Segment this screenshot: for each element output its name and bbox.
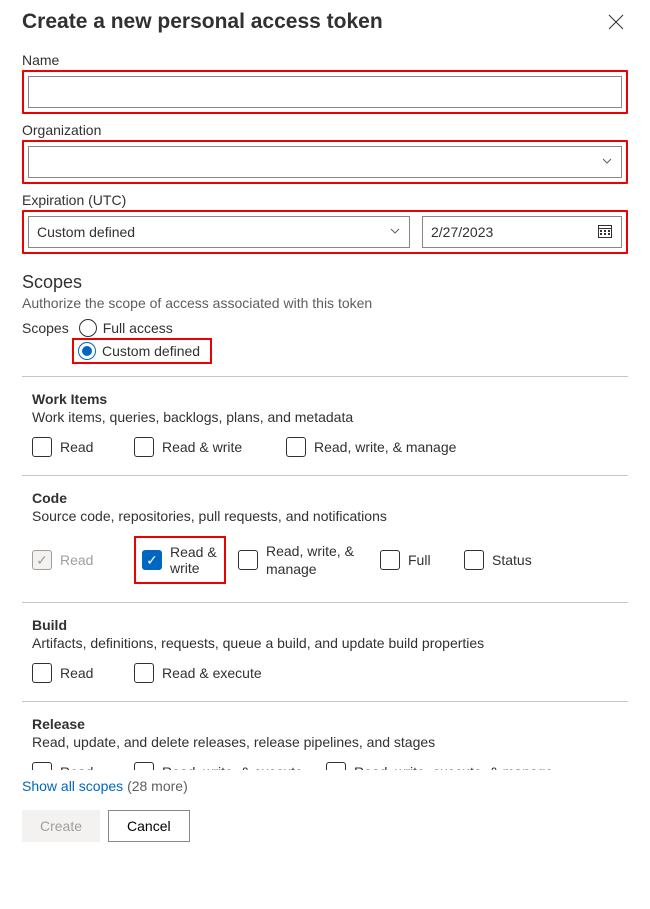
- show-all-count: (28 more): [127, 778, 188, 794]
- perm-code-read: ✓ Read: [32, 550, 122, 570]
- scopes-heading-block: Scopes Authorize the scope of access ass…: [22, 272, 628, 364]
- perm-work-items-read-write-manage: Read, write, & manage: [286, 437, 456, 457]
- section-code: Code Source code, repositories, pull req…: [22, 475, 628, 602]
- checkbox-release-read[interactable]: [32, 762, 52, 770]
- perm-release-rwem: Read, write, execute, & manage: [326, 762, 556, 770]
- checkbox-build-read[interactable]: [32, 663, 52, 683]
- perm-release-rwe: Read, write, & execute: [134, 762, 314, 770]
- panel-title: Create a new personal access token: [22, 10, 383, 34]
- radio-custom-highlight: Custom defined: [72, 338, 212, 364]
- section-work-items: Work Items Work items, queries, backlogs…: [22, 376, 628, 475]
- radio-full-access-label: Full access: [103, 320, 173, 336]
- checkbox-code-read-write-manage[interactable]: [238, 550, 258, 570]
- chevron-down-icon: [389, 224, 401, 240]
- checkbox-code-read: ✓: [32, 550, 52, 570]
- checkbox-work-items-read[interactable]: [32, 437, 52, 457]
- check-icon: ✓: [36, 553, 48, 567]
- perm-work-items-read-write: Read & write: [134, 437, 274, 457]
- name-label: Name: [22, 52, 628, 68]
- expiration-label: Expiration (UTC): [22, 192, 628, 208]
- chevron-down-icon: [601, 154, 613, 170]
- radio-custom-defined-label: Custom defined: [102, 343, 200, 359]
- perm-work-items-read: Read: [32, 437, 122, 457]
- create-button[interactable]: Create: [22, 810, 100, 842]
- checkbox-release-rwe[interactable]: [134, 762, 154, 770]
- close-button[interactable]: [604, 10, 628, 34]
- panel-header: Create a new personal access token: [22, 10, 628, 34]
- name-field: Name: [22, 52, 628, 114]
- perm-build-read-execute: Read & execute: [134, 663, 274, 683]
- checkbox-work-items-read-write[interactable]: [134, 437, 154, 457]
- scopes-group-label: Scopes: [22, 320, 69, 336]
- action-buttons: Create Cancel: [22, 810, 628, 842]
- org-label: Organization: [22, 122, 628, 138]
- section-release-desc: Read, update, and delete releases, relea…: [32, 734, 628, 750]
- show-all-scopes: Show all scopes (28 more): [22, 778, 628, 794]
- checkbox-code-status[interactable]: [464, 550, 484, 570]
- perm-build-read: Read: [32, 663, 122, 683]
- checkbox-code-read-write[interactable]: ✓: [142, 550, 162, 570]
- perm-code-read-write-manage: Read, write, & manage: [238, 542, 368, 578]
- expiration-date-input[interactable]: 2/27/2023: [422, 216, 622, 248]
- expiration-date-value: 2/27/2023: [431, 224, 493, 240]
- section-release-title: Release: [32, 716, 628, 732]
- expiration-field: Expiration (UTC) Custom defined 2/27/202…: [22, 192, 628, 254]
- checkbox-work-items-read-write-manage[interactable]: [286, 437, 306, 457]
- expiration-select-value: Custom defined: [37, 224, 135, 240]
- org-field: Organization: [22, 122, 628, 184]
- org-select[interactable]: [28, 146, 622, 178]
- checkbox-code-full[interactable]: [380, 550, 400, 570]
- cancel-button[interactable]: Cancel: [108, 810, 190, 842]
- perm-code-status: Status: [464, 550, 536, 570]
- org-highlight: [22, 140, 628, 184]
- radio-full-access[interactable]: [79, 319, 97, 337]
- section-build-title: Build: [32, 617, 628, 633]
- expiration-highlight: Custom defined 2/27/2023: [22, 210, 628, 254]
- calendar-icon: [597, 223, 613, 242]
- scopes-scroll-area[interactable]: Work Items Work items, queries, backlogs…: [22, 376, 628, 770]
- section-work-items-title: Work Items: [32, 391, 628, 407]
- perm-release-read: Read: [32, 762, 122, 770]
- radio-custom-defined[interactable]: [78, 342, 96, 360]
- close-icon: [608, 14, 624, 30]
- section-build: Build Artifacts, definitions, requests, …: [22, 602, 628, 701]
- section-code-title: Code: [32, 490, 628, 506]
- section-code-desc: Source code, repositories, pull requests…: [32, 508, 628, 524]
- checkbox-build-read-execute[interactable]: [134, 663, 154, 683]
- show-all-link[interactable]: Show all scopes: [22, 778, 123, 794]
- pat-create-panel: Create a new personal access token Name …: [0, 0, 650, 864]
- check-icon: ✓: [146, 553, 158, 567]
- checkbox-release-rwem[interactable]: [326, 762, 346, 770]
- scopes-sub: Authorize the scope of access associated…: [22, 295, 628, 311]
- perm-code-read-write-highlight: ✓ Read & write: [134, 536, 226, 584]
- name-highlight: [22, 70, 628, 114]
- perm-code-full: Full: [380, 550, 452, 570]
- section-release: Release Read, update, and delete release…: [22, 701, 628, 770]
- name-input[interactable]: [28, 76, 622, 108]
- scopes-radio-group: Scopes Full access Custom defined: [22, 319, 628, 364]
- section-build-desc: Artifacts, definitions, requests, queue …: [32, 635, 628, 651]
- section-work-items-desc: Work items, queries, backlogs, plans, an…: [32, 409, 628, 425]
- scopes-heading: Scopes: [22, 272, 628, 293]
- expiration-select[interactable]: Custom defined: [28, 216, 410, 248]
